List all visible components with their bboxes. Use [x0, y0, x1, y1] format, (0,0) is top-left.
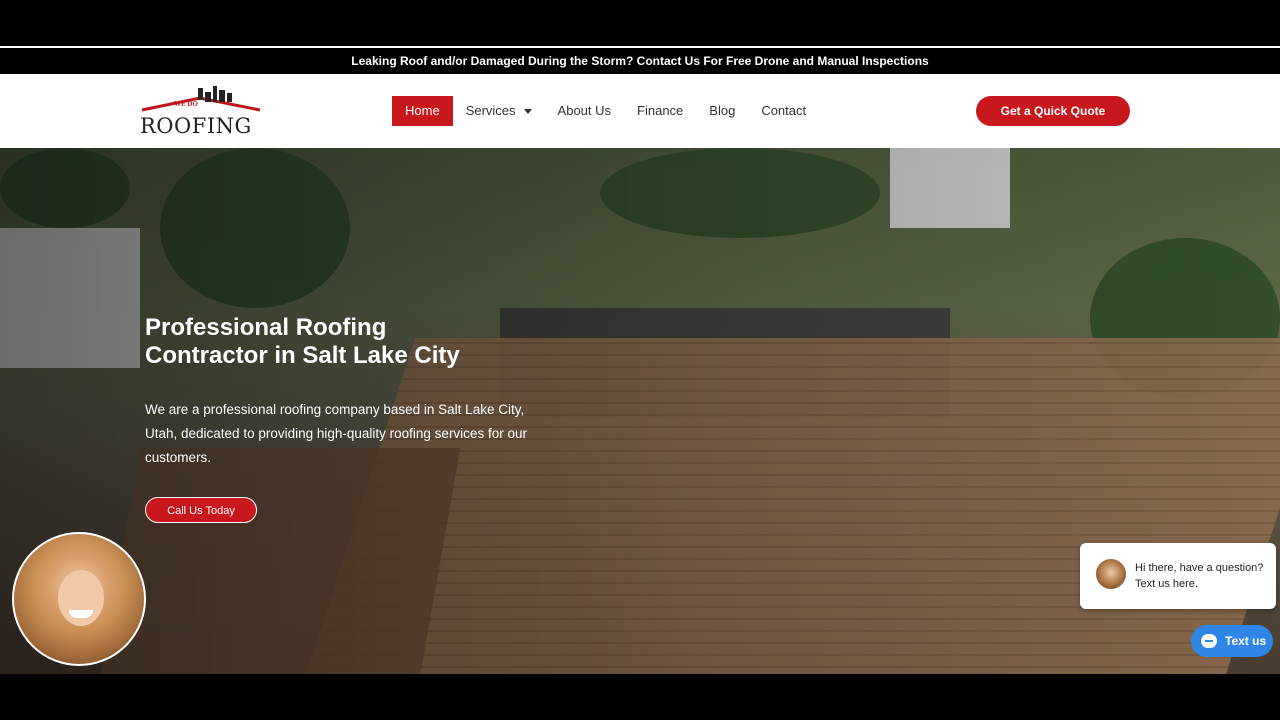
- nav-item-blog[interactable]: Blog: [696, 96, 748, 126]
- hero-title-line: Contractor in Salt Lake City: [145, 342, 460, 369]
- dropdown-caret-icon: [523, 109, 532, 115]
- video-letterbox-bottom: [0, 674, 1280, 720]
- logo-main-text: ROOFING: [140, 114, 252, 138]
- chat-agent-avatar: [1096, 559, 1126, 589]
- nav-item-finance[interactable]: Finance: [624, 96, 696, 126]
- hero-description: We are a professional roofing company ba…: [145, 402, 527, 465]
- call-us-button[interactable]: Call Us Today: [145, 497, 257, 523]
- site-header: WE DO ROOFING Home Services About Us Fin…: [0, 74, 1280, 148]
- text-us-label: Text us: [1225, 634, 1267, 648]
- nav-item-contact[interactable]: Contact: [748, 96, 819, 126]
- nav-item-home[interactable]: Home: [392, 96, 453, 126]
- quick-quote-button[interactable]: Get a Quick Quote: [976, 96, 1130, 126]
- nav-item-label: Finance: [637, 103, 684, 118]
- logo-skyline-icon: [141, 86, 261, 112]
- chat-icon: [1201, 634, 1217, 648]
- nav-item-label: Blog: [709, 103, 736, 118]
- announcement-bar: Leaking Roof and/or Damaged During the S…: [0, 46, 1280, 74]
- nav-item-services[interactable]: Services: [453, 96, 545, 126]
- nav-item-label: Contact: [761, 103, 807, 118]
- announcement-text: Leaking Roof and/or Damaged During the S…: [351, 54, 929, 68]
- nav-item-about-us[interactable]: About Us: [545, 96, 624, 126]
- agent-avatar[interactable]: [12, 532, 146, 666]
- hero-title-line: Professional Roofing: [145, 314, 387, 341]
- chat-prompt-bubble[interactable]: Hi there, have a question? Text us here.: [1080, 543, 1276, 609]
- site-logo[interactable]: WE DO ROOFING: [140, 84, 262, 140]
- nav-item-label: About Us: [557, 103, 612, 118]
- nav-item-label: Home: [405, 103, 440, 118]
- main-nav: Home Services About Us Finance Blog Cont…: [392, 96, 819, 126]
- hero-title: Professional Roofing Contractor in Salt …: [145, 314, 565, 370]
- logo-small-text: WE DO: [174, 100, 198, 108]
- chat-message: Hi there, have a question? Text us here.: [1135, 562, 1264, 590]
- text-us-button[interactable]: Text us: [1191, 625, 1273, 657]
- video-letterbox-top: [0, 0, 1280, 46]
- nav-item-label: Services: [465, 103, 516, 118]
